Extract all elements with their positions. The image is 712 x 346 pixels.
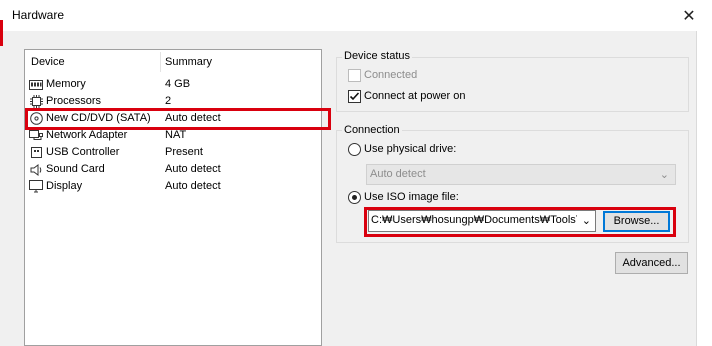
usb-icon	[29, 146, 43, 159]
annotation-highlight-cd-dvd	[25, 108, 331, 130]
column-separator[interactable]	[160, 52, 161, 72]
summary-column-header[interactable]: Summary	[165, 50, 212, 74]
advanced-button[interactable]: Advanced...	[615, 252, 688, 274]
physical-drive-select[interactable]: Auto detect ⌄	[366, 164, 676, 185]
checkmark-icon	[349, 92, 360, 101]
device-row-memory[interactable]: Memory 4 GB	[25, 76, 321, 93]
connect-at-power-on-label: Connect at power on	[364, 90, 466, 102]
device-row-sound-card[interactable]: Sound Card Auto detect	[25, 161, 321, 178]
annotation-mark	[0, 20, 3, 46]
physical-drive-value: Auto detect	[370, 168, 426, 180]
device-summary: Auto detect	[165, 163, 221, 175]
device-column-header[interactable]: Device	[31, 50, 65, 74]
device-row-display[interactable]: Display Auto detect	[25, 178, 321, 195]
device-summary: 4 GB	[165, 78, 191, 90]
connected-label: Connected	[364, 69, 418, 81]
sound-icon	[29, 163, 43, 176]
device-summary: Present	[165, 146, 203, 158]
annotation-highlight-iso	[364, 207, 676, 237]
device-name: USB Controller	[46, 146, 120, 158]
display-icon	[29, 180, 43, 193]
use-iso-image-label: Use ISO image file:	[364, 191, 459, 203]
title-bar: Hardware ✕	[0, 0, 712, 31]
device-status-title: Device status	[342, 50, 413, 62]
close-button[interactable]: ✕	[666, 0, 712, 31]
use-iso-image-radio[interactable]	[348, 191, 361, 204]
connect-at-power-on-checkbox[interactable]	[348, 90, 361, 103]
device-summary: Auto detect	[165, 180, 221, 192]
connected-checkbox[interactable]	[348, 69, 361, 82]
network-adapter-icon	[29, 129, 43, 142]
window-title: Hardware	[12, 8, 65, 22]
device-status-group	[336, 57, 689, 112]
device-row-usb-controller[interactable]: USB Controller Present	[25, 144, 321, 161]
background-window-edge	[696, 31, 712, 346]
chevron-down-icon: ⌄	[659, 169, 669, 181]
use-physical-drive-radio[interactable]	[348, 143, 361, 156]
device-list[interactable]: Device Summary Memory 4 GB Processors 2 …	[24, 49, 322, 346]
device-name: Sound Card	[46, 163, 105, 175]
processor-icon	[29, 95, 43, 108]
device-name: Display	[46, 180, 83, 192]
close-icon: ✕	[682, 7, 696, 25]
use-physical-drive-label: Use physical drive:	[364, 143, 457, 155]
connection-title: Connection	[342, 124, 402, 136]
memory-icon	[29, 78, 43, 91]
device-name: Memory	[46, 78, 86, 90]
